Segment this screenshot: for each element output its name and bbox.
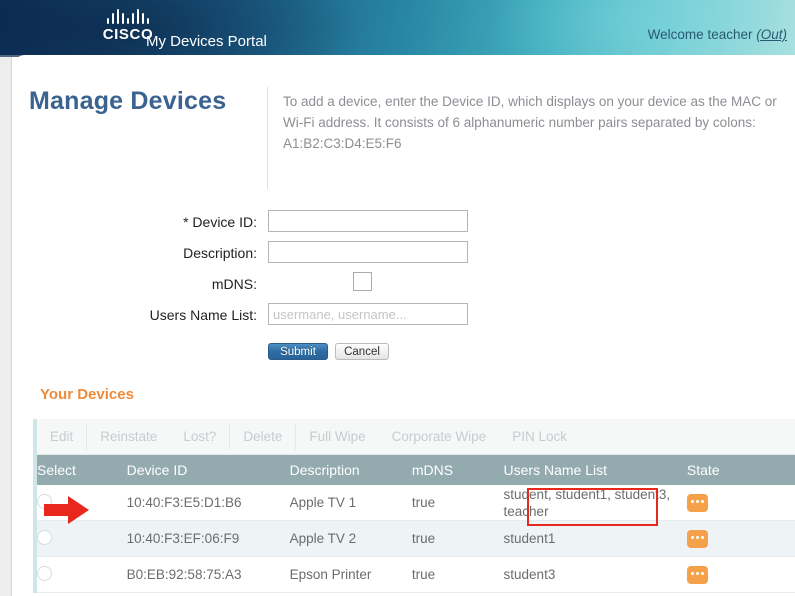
description-label: Description:: [183, 245, 257, 261]
row-mdns: true: [411, 556, 504, 593]
submit-button[interactable]: Submit: [268, 343, 328, 360]
intro-description: To add a device, enter the Device ID, wh…: [283, 94, 777, 151]
column-header-mdns[interactable]: mDNS: [411, 455, 504, 485]
form-row-mdns: mDNS:: [13, 272, 795, 303]
devices-table-panel: Edit Reinstate Lost? Delete Full Wipe Co…: [33, 419, 795, 593]
toolbar-button-edit[interactable]: Edit: [37, 426, 86, 448]
table-row[interactable]: 10:40:F3:EF:06:F9 Apple TV 2 true studen…: [37, 520, 795, 557]
main-content-card: Manage Devices To add a device, enter th…: [13, 55, 795, 596]
form-row-users-name-list: Users Name List:: [13, 303, 795, 334]
ellipsis-badge-icon[interactable]: [686, 493, 708, 512]
ellipsis-badge-icon[interactable]: [686, 529, 708, 548]
table-header-row: Select Device ID Description mDNS Users …: [37, 455, 795, 485]
toolbar-button-reinstate[interactable]: Reinstate: [87, 426, 170, 448]
logout-link[interactable]: (Out): [756, 27, 787, 42]
device-id-label: * Device ID:: [183, 214, 257, 230]
row-radio-button[interactable]: [37, 493, 52, 509]
row-users-name-list: student3: [503, 556, 687, 593]
users-name-list-label: Users Name List:: [149, 307, 257, 323]
ellipsis-badge-icon[interactable]: [686, 565, 708, 584]
toolbar-button-pin-lock[interactable]: PIN Lock: [499, 426, 580, 448]
column-header-state[interactable]: State: [686, 455, 795, 485]
table-row[interactable]: 10:40:F3:E5:D1:B6 Apple TV 1 true studen…: [37, 485, 795, 521]
row-radio-button[interactable]: [37, 565, 52, 581]
column-header-users-name-list[interactable]: Users Name List: [503, 455, 687, 485]
row-description: Apple TV 2: [289, 520, 412, 557]
description-input[interactable]: [268, 241, 468, 263]
table-row[interactable]: B0:EB:92:58:75:A3 Epson Printer true stu…: [37, 556, 795, 593]
toolbar-button-corporate-wipe[interactable]: Corporate Wipe: [379, 426, 500, 448]
cancel-button[interactable]: Cancel: [335, 343, 389, 360]
row-select-cell: [37, 520, 127, 557]
users-name-list-input[interactable]: [268, 303, 468, 325]
row-radio-button[interactable]: [37, 529, 52, 545]
welcome-text: Welcome teacher: [647, 27, 757, 42]
row-state: [686, 520, 795, 557]
portal-title: My Devices Portal: [146, 33, 267, 50]
mdns-checkbox[interactable]: [353, 272, 372, 291]
toolbar-button-delete[interactable]: Delete: [230, 426, 295, 448]
row-users-name-list: student1: [503, 520, 687, 557]
toolbar-button-full-wipe[interactable]: Full Wipe: [296, 426, 378, 448]
row-select-cell: [37, 485, 127, 521]
row-mdns: true: [411, 485, 504, 521]
mdns-label: mDNS:: [211, 276, 257, 292]
row-device-id: B0:EB:92:58:75:A3: [126, 556, 290, 593]
toolbar-button-lost[interactable]: Lost?: [170, 426, 229, 448]
intro-divider: [267, 87, 268, 189]
welcome-message: Welcome teacher (Out): [648, 27, 787, 42]
your-devices-heading: Your Devices: [40, 386, 134, 403]
row-device-id: 10:40:F3:E5:D1:B6: [126, 485, 290, 521]
device-id-input[interactable]: [268, 210, 468, 232]
left-margin-strip: [0, 57, 12, 596]
row-description: Apple TV 1: [289, 485, 412, 521]
column-header-select[interactable]: Select: [37, 455, 127, 485]
page-title: Manage Devices: [29, 87, 227, 115]
add-device-form: * Device ID: Description: mDNS: Users Na…: [13, 210, 795, 334]
column-header-device-id[interactable]: Device ID: [126, 455, 290, 485]
devices-table: Select Device ID Description mDNS Users …: [37, 455, 795, 593]
row-device-id: 10:40:F3:EF:06:F9: [126, 520, 290, 557]
devices-toolbar: Edit Reinstate Lost? Delete Full Wipe Co…: [37, 419, 795, 455]
form-row-description: Description:: [13, 241, 795, 272]
row-description: Epson Printer: [289, 556, 412, 593]
row-state: [686, 485, 795, 521]
column-header-description[interactable]: Description: [289, 455, 412, 485]
cisco-bars-icon: [68, 8, 188, 24]
app-header: CISCO My Devices Portal Welcome teacher …: [0, 0, 795, 57]
form-row-device-id: * Device ID:: [13, 210, 795, 241]
row-users-name-list: student, student1, student3, teacher: [503, 485, 687, 521]
row-select-cell: [37, 556, 127, 593]
row-mdns: true: [411, 520, 504, 557]
row-state: [686, 556, 795, 593]
